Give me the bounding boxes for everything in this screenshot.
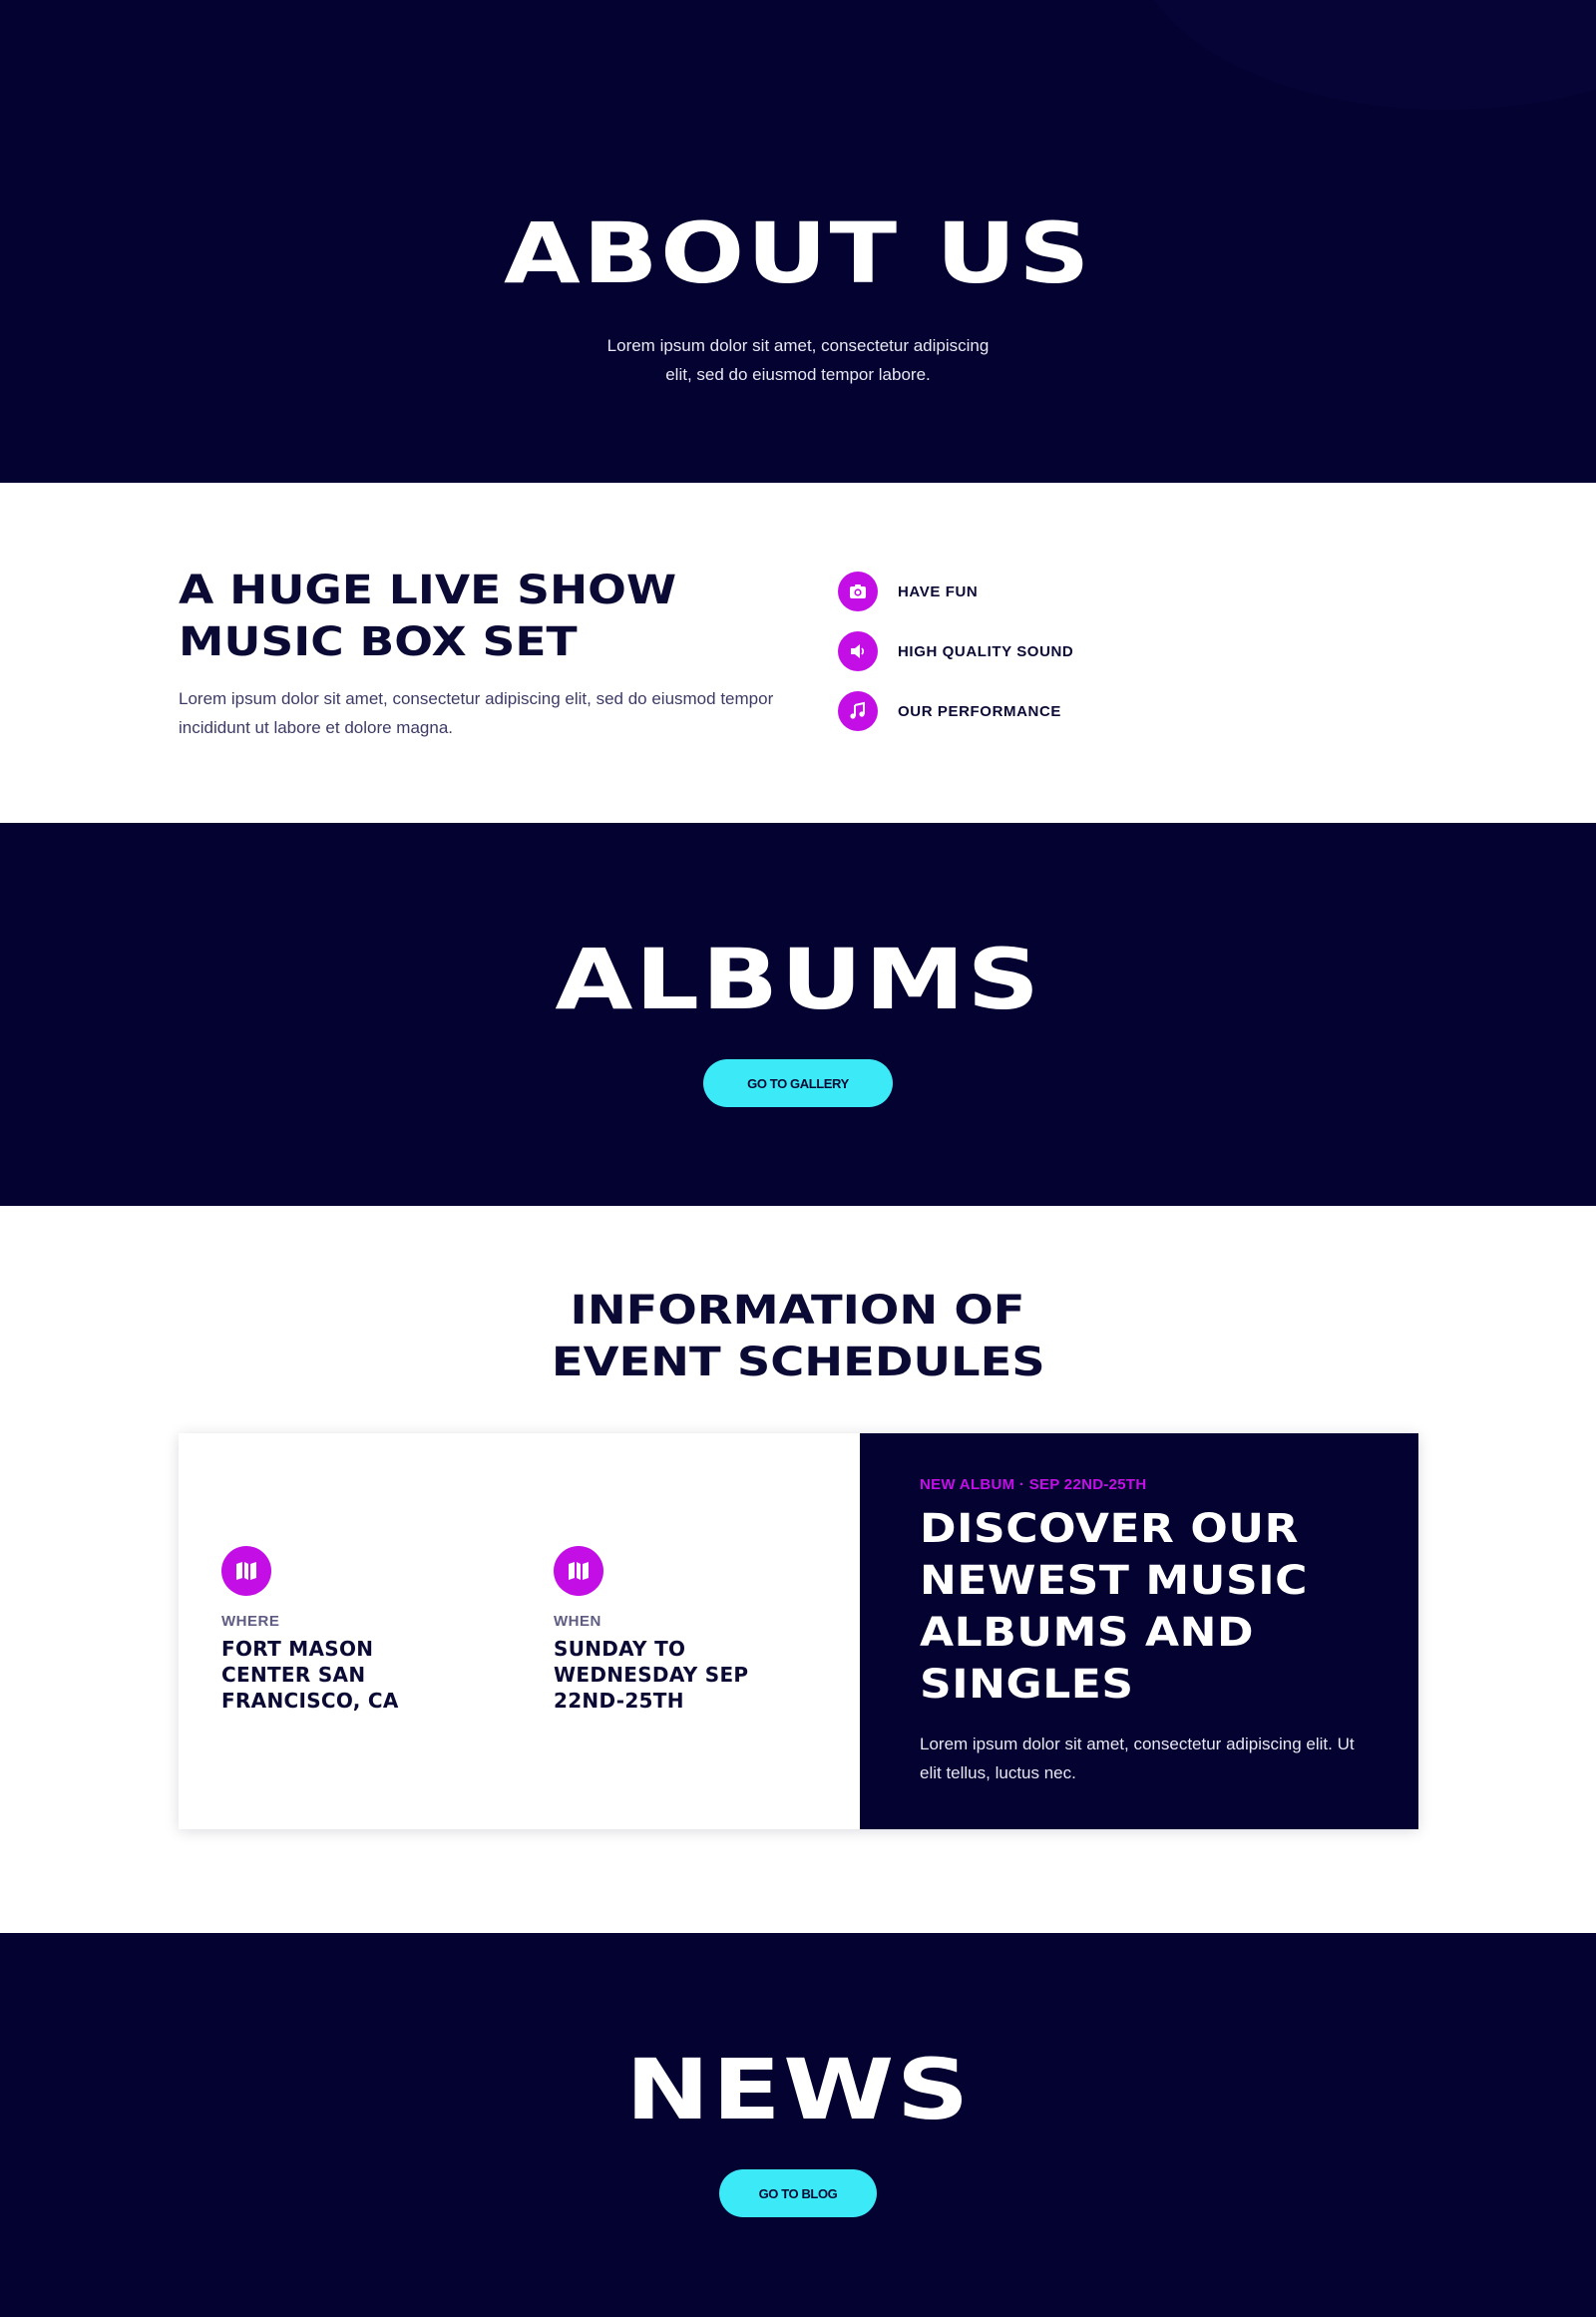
map-icon (554, 1546, 603, 1596)
albums-section: ALBUMS GO TO GALLERY (0, 823, 1596, 1206)
hero-background-glow (1137, 0, 1596, 110)
news-section: NEWS GO TO BLOG (0, 1933, 1596, 2317)
feature-label: HIGH QUALITY SOUND (898, 642, 1074, 660)
music-note-icon (838, 691, 878, 731)
speaker-icon (838, 631, 878, 671)
when-label: WHEN (554, 1613, 601, 1630)
feature-list: HAVE FUN HIGH QUALITY SOUND OUR PERFORMA… (838, 572, 1073, 751)
go-to-blog-button[interactable]: GO TO BLOG (719, 2169, 877, 2217)
event-when: WHEN SUNDAY TO WEDNESDAY SEP 22ND-25TH (554, 1546, 793, 1714)
album-promo-title: DISCOVER OUR NEWEST MUSIC ALBUMS AND SIN… (920, 1506, 1308, 1708)
albums-title: ALBUMS (554, 931, 1042, 1028)
where-value: FORT MASON CENTER SAN FRANCISCO, CA (221, 1637, 399, 1713)
feature-item-high-quality-sound: HIGH QUALITY SOUND (838, 631, 1073, 671)
where-label: WHERE (221, 1613, 280, 1630)
schedule-title: INFORMATION OF EVENT SCHEDULES (0, 1285, 1596, 1388)
schedule-title-line-1: INFORMATION OF (571, 1288, 1025, 1334)
event-details: WHERE FORT MASON CENTER SAN FRANCISCO, C… (179, 1433, 860, 1829)
hero-title: ABOUT US (504, 204, 1092, 302)
schedule-title-line-2: EVENT SCHEDULES (551, 1340, 1045, 1385)
feature-label: OUR PERFORMANCE (898, 702, 1062, 720)
event-where: WHERE FORT MASON CENTER SAN FRANCISCO, C… (221, 1546, 461, 1714)
hero-subtitle: Lorem ipsum dolor sit amet, consectetur … (606, 336, 990, 384)
features-title: A HUGE LIVE SHOW MUSIC BOX SET (179, 568, 677, 665)
event-card: WHERE FORT MASON CENTER SAN FRANCISCO, C… (179, 1433, 1418, 1829)
album-promo-description: Lorem ipsum dolor sit amet, consectetur … (920, 1735, 1355, 1782)
feature-item-have-fun: HAVE FUN (838, 572, 1073, 611)
album-promo: NEW ALBUM · SEP 22ND-25TH DISCOVER OUR N… (860, 1433, 1418, 1829)
map-icon (221, 1546, 271, 1596)
hero-section: ABOUT US Lorem ipsum dolor sit amet, con… (0, 0, 1596, 483)
features-description: Lorem ipsum dolor sit amet, consectetur … (179, 689, 774, 737)
feature-item-our-performance: OUR PERFORMANCE (838, 691, 1073, 731)
album-promo-tag: NEW ALBUM · SEP 22ND-25TH (920, 1476, 1147, 1493)
feature-label: HAVE FUN (898, 582, 979, 600)
camera-icon (838, 572, 878, 611)
go-to-gallery-button[interactable]: GO TO GALLERY (703, 1059, 893, 1107)
when-value: SUNDAY TO WEDNESDAY SEP 22ND-25TH (554, 1637, 749, 1713)
news-title: NEWS (624, 2041, 972, 2138)
